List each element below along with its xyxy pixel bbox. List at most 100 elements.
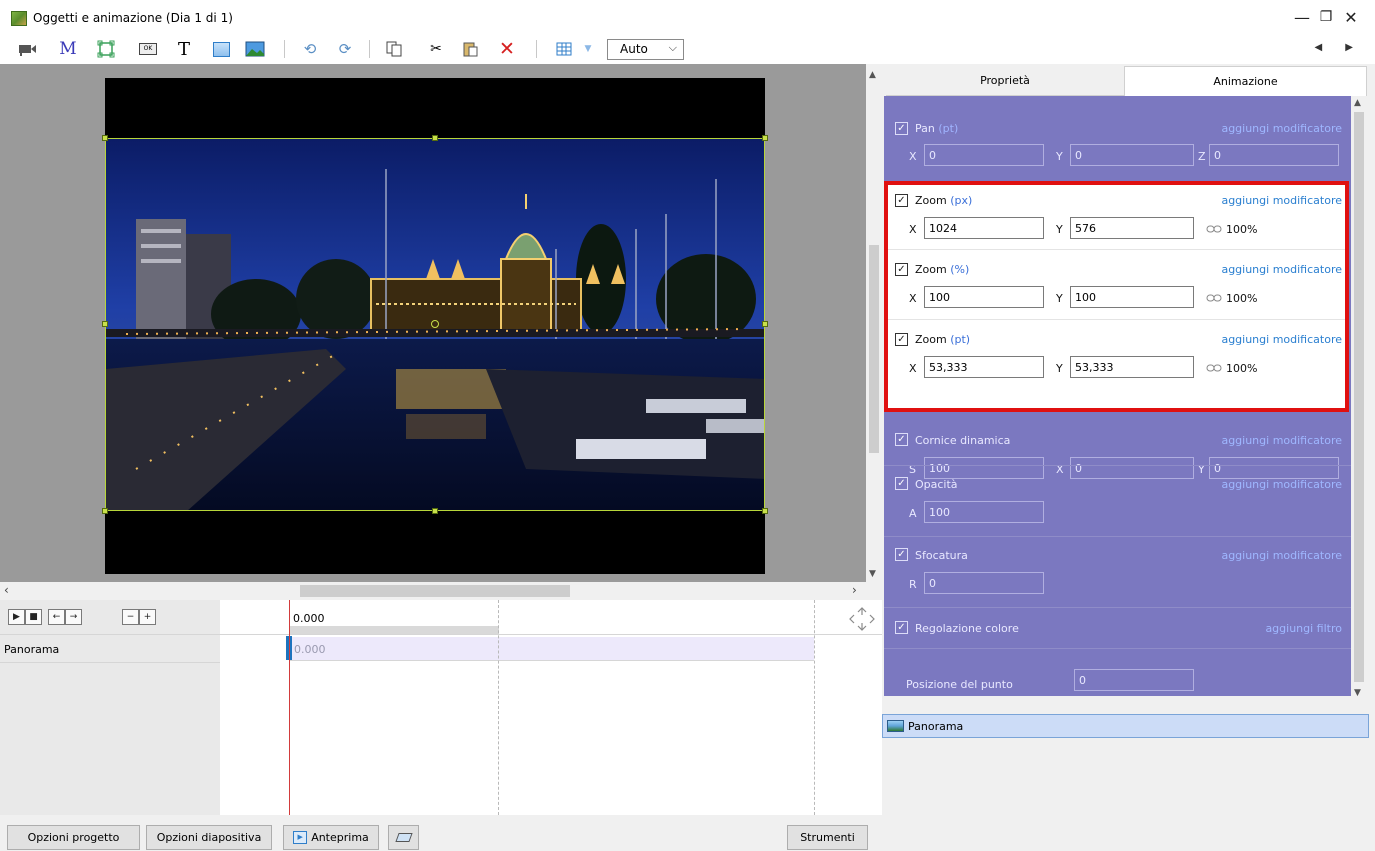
resize-handle-tr[interactable] (762, 135, 768, 141)
pan-add-modifier-link[interactable]: aggiungi modificatore (1221, 122, 1342, 135)
grid-dropdown-icon[interactable]: ▼ (577, 38, 599, 60)
timeline-ruler[interactable]: 0.000 (220, 600, 882, 635)
timeline-clip[interactable]: 0.000 (290, 637, 814, 661)
zoom-pct-ratio: 100% (1226, 292, 1258, 305)
opacity-section: ✓ Opacità aggiungi modificatore A 100 (884, 465, 1351, 535)
close-button[interactable]: ✕ (1330, 4, 1372, 30)
pan-label: Pan (pt) (915, 122, 959, 135)
properties-scroll-thumb[interactable] (1354, 112, 1364, 682)
zoom-px-add-modifier-link[interactable]: aggiungi modificatore (1221, 194, 1342, 207)
props-scroll-down-icon[interactable]: ▼ (1354, 688, 1361, 698)
resize-handle-b[interactable] (432, 508, 438, 514)
rectangle-icon[interactable] (210, 38, 232, 60)
preview-vscrollbar[interactable]: ▲ ▼ (866, 64, 882, 582)
resize-handle-r[interactable] (762, 321, 768, 327)
resize-handle-tl[interactable] (102, 135, 108, 141)
resize-handle-l[interactable] (102, 321, 108, 327)
pan-y-field[interactable]: 0 (1070, 144, 1194, 166)
copy-icon[interactable] (383, 38, 405, 60)
props-scroll-up-icon[interactable]: ▲ (1354, 98, 1361, 108)
zoom-pt-add-modifier-link[interactable]: aggiungi modificatore (1221, 333, 1342, 346)
play-button[interactable]: ▶ (8, 609, 25, 625)
scroll-down-icon[interactable]: ▼ (869, 569, 876, 579)
camera-icon[interactable] (16, 38, 38, 60)
zoom-px-x-field[interactable]: 1024 (924, 217, 1044, 239)
zoom-px-checkbox[interactable]: ✓ (895, 194, 908, 207)
opacity-checkbox[interactable]: ✓ (895, 477, 908, 490)
scroll-up-icon[interactable]: ▲ (869, 70, 876, 80)
center-point[interactable] (431, 320, 439, 328)
resize-handle-bl[interactable] (102, 508, 108, 514)
next-keyframe-button[interactable]: → (65, 609, 82, 625)
clip-time: 0.000 (294, 643, 326, 656)
preview-hscrollbar[interactable]: ‹ › (0, 582, 882, 600)
frame-icon[interactable] (95, 38, 117, 60)
pan-x-field[interactable]: 0 (924, 144, 1044, 166)
timeline-area[interactable]: 0.000 (220, 635, 882, 815)
pan-z-field[interactable]: 0 (1209, 144, 1339, 166)
paste-icon[interactable] (459, 38, 481, 60)
tab-animation[interactable]: Animazione (1124, 66, 1367, 96)
zoom-pt-checkbox[interactable]: ✓ (895, 333, 908, 346)
scroll-right-icon[interactable]: › (852, 583, 857, 597)
zoom-pt-y-field[interactable]: 53,333 (1070, 356, 1194, 378)
eraser-button[interactable] (388, 825, 419, 850)
timeline-track-label[interactable]: Panorama (0, 635, 220, 663)
toolbar: M OK T ⟲ ⟳ ✂ ✕ ▼ Auto ⌵ ◀ ▶ (0, 34, 1375, 64)
preview-hscroll-thumb[interactable] (300, 585, 570, 597)
slide-options-button[interactable]: Opzioni diapositiva (146, 825, 272, 850)
scroll-left-icon[interactable]: ‹ (4, 583, 9, 597)
preview-canvas[interactable] (0, 64, 866, 582)
zoom-pt-x-field[interactable]: 53,333 (924, 356, 1044, 378)
tools-button[interactable]: Strumenti (787, 825, 868, 850)
undo-icon[interactable]: ⟲ (299, 38, 321, 60)
resize-handle-t[interactable] (432, 135, 438, 141)
redo-icon[interactable]: ⟳ (334, 38, 356, 60)
point-position-field[interactable]: 0 (1074, 669, 1194, 691)
toolbar-nav-arrows[interactable]: ◀ ▶ (1314, 42, 1363, 53)
zoom-pct-add-modifier-link[interactable]: aggiungi modificatore (1221, 263, 1342, 276)
prev-keyframe-button[interactable]: ← (48, 609, 65, 625)
blur-r-field[interactable]: 0 (924, 572, 1044, 594)
blur-add-modifier-link[interactable]: aggiungi modificatore (1221, 549, 1342, 562)
eraser-icon (394, 833, 413, 842)
playhead[interactable] (289, 600, 290, 815)
mask-M-icon[interactable]: M (57, 38, 79, 60)
preview-button[interactable]: ▶ Anteprima (283, 825, 379, 850)
stop-button[interactable]: ■ (25, 609, 42, 625)
properties-scrollbar[interactable]: ▲ ▼ (1351, 96, 1367, 702)
zoom-out-button[interactable]: − (122, 609, 139, 625)
link-chain-icon[interactable] (1206, 294, 1222, 302)
zoom-pct-x-field[interactable]: 100 (924, 286, 1044, 308)
pan-checkbox[interactable]: ✓ (895, 122, 908, 135)
link-chain-icon[interactable] (1206, 225, 1222, 233)
preview-vscroll-thumb[interactable] (869, 245, 879, 453)
zoom-pct-label: Zoom (%) (915, 263, 970, 276)
color-adjust-checkbox[interactable]: ✓ (895, 621, 908, 634)
zoom-in-button[interactable]: + (139, 609, 156, 625)
blur-checkbox[interactable]: ✓ (895, 548, 908, 561)
zoom-select[interactable]: Auto ⌵ (607, 39, 684, 60)
image-icon[interactable] (244, 38, 266, 60)
point-position-label: Posizione del punto (906, 678, 1013, 691)
opacity-a-field[interactable]: 100 (924, 501, 1044, 523)
cut-icon[interactable]: ✂ (425, 38, 447, 60)
dynamic-frame-add-modifier-link[interactable]: aggiungi modificatore (1221, 434, 1342, 447)
color-adjust-add-filter-link[interactable]: aggiungi filtro (1265, 622, 1342, 635)
dynamic-frame-checkbox[interactable]: ✓ (895, 433, 908, 446)
zoom-pt-ratio: 100% (1226, 362, 1258, 375)
object-list-item[interactable]: Panorama (882, 714, 1369, 738)
zoom-px-y-field[interactable]: 576 (1070, 217, 1194, 239)
text-T-icon[interactable]: T (173, 38, 195, 60)
opacity-add-modifier-link[interactable]: aggiungi modificatore (1221, 478, 1342, 491)
link-chain-icon[interactable] (1206, 364, 1222, 372)
move-icon[interactable] (848, 606, 876, 632)
tab-properties[interactable]: Proprietà (886, 66, 1124, 96)
resize-handle-br[interactable] (762, 508, 768, 514)
project-options-button[interactable]: Opzioni progetto (7, 825, 140, 850)
zoom-pct-y-field[interactable]: 100 (1070, 286, 1194, 308)
zoom-pct-checkbox[interactable]: ✓ (895, 263, 908, 276)
button-object-icon[interactable]: OK (137, 38, 159, 60)
delete-icon[interactable]: ✕ (496, 38, 518, 60)
grid-icon[interactable] (553, 38, 575, 60)
